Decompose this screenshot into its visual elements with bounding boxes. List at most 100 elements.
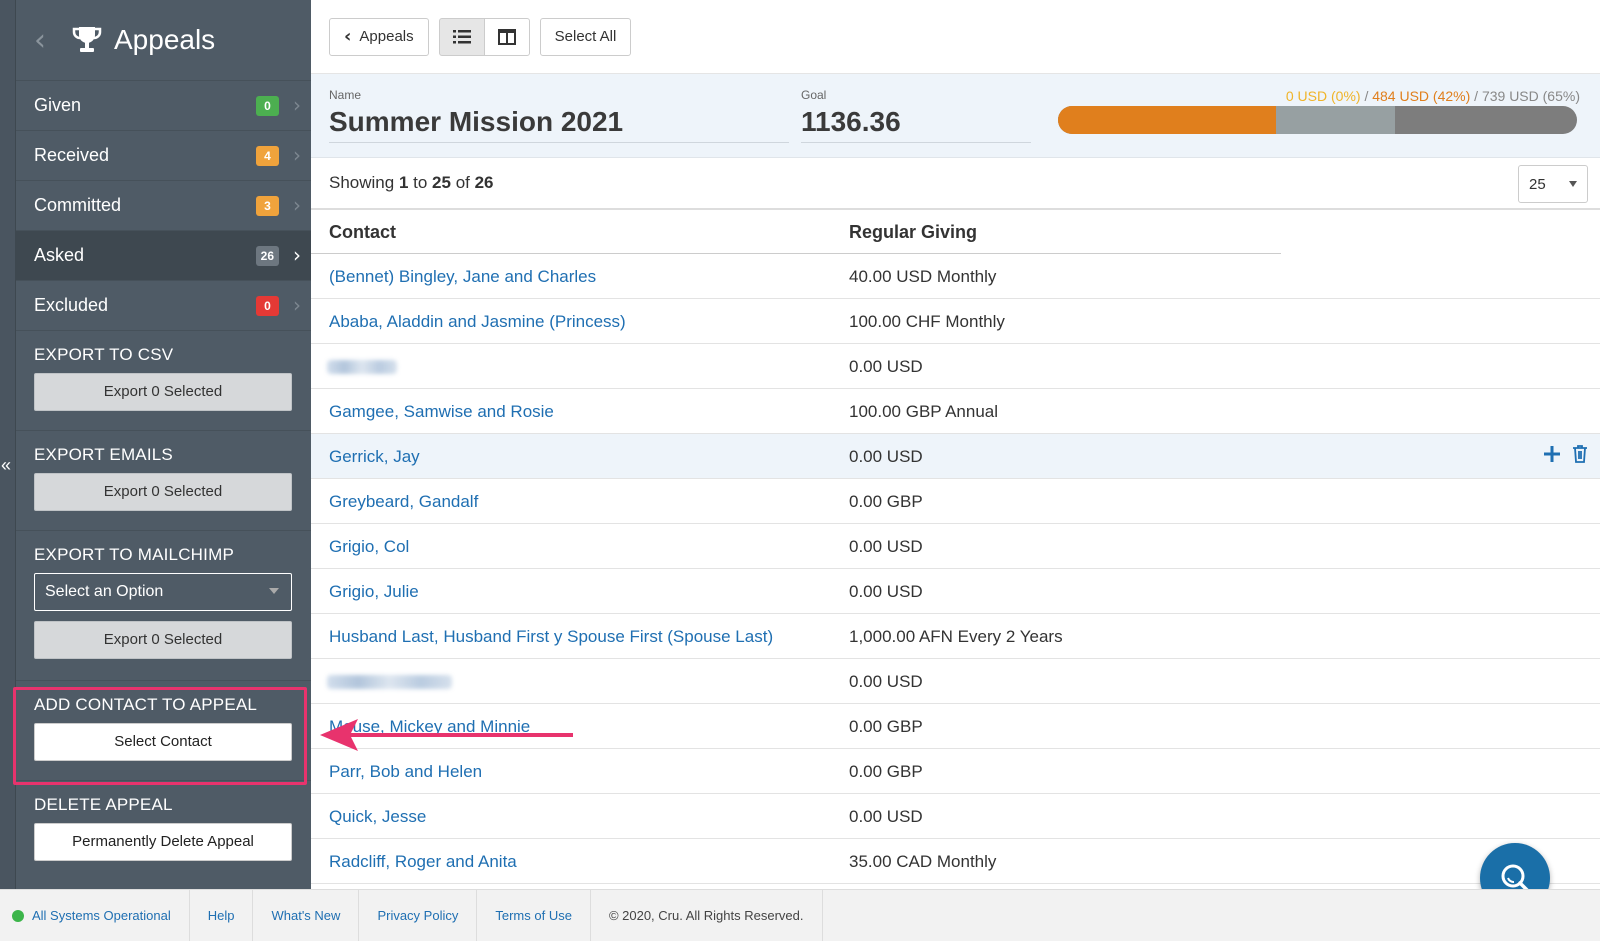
table-row[interactable]: Radcliff, Roger and Anita 35.00 CAD Month… <box>311 839 1600 884</box>
regular-giving: 0.00 GBP <box>849 717 923 736</box>
export-mailchimp-button[interactable]: Export 0 Selected <box>34 621 292 659</box>
given-amount: 0 USD (0%) <box>1285 88 1361 104</box>
toolbar: ‹ Appeals Select All <box>311 0 1600 74</box>
chevron-left-icon: ‹ <box>344 26 352 47</box>
export-csv-button[interactable]: Export 0 Selected <box>34 373 292 411</box>
table-row[interactable]: Gerrick, Jay 0.00 USD <box>311 434 1600 479</box>
row-actions <box>1542 444 1590 464</box>
to-text: to <box>408 173 433 192</box>
contact-link[interactable]: (Bennet) Bingley, Jane and Charles <box>329 267 596 287</box>
regular-giving: 35.00 CAD Monthly <box>849 852 997 871</box>
regular-giving: 1,000.00 AFN Every 2 Years <box>849 627 1063 646</box>
trash-icon[interactable] <box>1570 444 1590 464</box>
delete-appeal-button[interactable]: Permanently Delete Appeal <box>34 823 292 861</box>
footer: All Systems Operational Help What's New … <box>0 889 1600 941</box>
table-row[interactable]: Grigio, Col 0.00 USD <box>311 524 1600 569</box>
contact-link[interactable]: Parr, Bob and Helen <box>329 762 482 782</box>
regular-giving: 100.00 GBP Annual <box>849 402 999 421</box>
goal-label: Goal <box>801 88 827 102</box>
contact-link[interactable]: Quick, Jesse <box>329 807 426 827</box>
back-to-appeals-button[interactable]: ‹ Appeals <box>329 17 429 56</box>
contact-link[interactable]: Grigio, Col <box>329 537 409 557</box>
redacted-contact[interactable] <box>327 675 452 689</box>
count-badge: 0 <box>256 296 279 316</box>
separator: / <box>1470 88 1482 104</box>
main-content: ‹ Appeals Select All Name Summer Mission… <box>311 0 1600 908</box>
back-chevron-icon[interactable]: ‹ <box>34 23 70 58</box>
contact-link[interactable]: Greybeard, Gandalf <box>329 492 478 512</box>
chevron-right-icon: › <box>293 143 301 167</box>
contact-link[interactable]: Ababa, Aladdin and Jasmine (Princess) <box>329 312 626 332</box>
from-number: 1 <box>398 173 409 192</box>
column-view-button[interactable] <box>483 17 530 56</box>
list-view-button[interactable] <box>438 17 485 56</box>
sidebar-item-given[interactable]: Given 0 › <box>16 80 311 130</box>
table-row[interactable]: Ababa, Aladdin and Jasmine (Princess) 100… <box>311 299 1600 344</box>
status-link[interactable]: All Systems Operational <box>0 890 190 941</box>
name-label: Name <box>329 88 362 102</box>
sidebar-header: ‹ Appeals <box>16 0 311 80</box>
table-row[interactable]: Parr, Bob and Helen 0.00 GBP <box>311 749 1600 794</box>
showing-text: Showing <box>329 173 395 192</box>
contact-link[interactable]: Gamgee, Samwise and Rosie <box>329 402 554 422</box>
contact-link[interactable]: Grigio, Julie <box>329 582 419 602</box>
table-row[interactable]: Quick, Jesse 0.00 USD <box>311 794 1600 839</box>
contact-link[interactable]: Husband Last, Husband First y Spouse Fir… <box>329 627 773 647</box>
pagination-summary: Showing 1 to 25 of 26 25 <box>311 158 1600 210</box>
committed-amount: 739 USD (65%) <box>1481 88 1580 104</box>
contact-link[interactable]: Gerrick, Jay <box>329 447 420 467</box>
sidebar-item-excluded[interactable]: Excluded 0 › <box>16 280 311 330</box>
table-row[interactable]: Greybeard, Gandalf 0.00 GBP <box>311 479 1600 524</box>
privacy-policy-link[interactable]: Privacy Policy <box>359 890 478 941</box>
mailchimp-list-select[interactable]: Select an Option <box>34 573 292 611</box>
sidebar-item-asked[interactable]: Asked 26 › <box>16 230 311 280</box>
chevron-right-icon: › <box>293 93 301 117</box>
progress-bar <box>1058 106 1577 134</box>
table-row[interactable]: (Bennet) Bingley, Jane and Charles 40.00 … <box>311 254 1600 299</box>
export-emails-section: EXPORT EMAILS Export 0 Selected <box>16 430 311 530</box>
table-row[interactable]: Grigio, Julie 0.00 USD <box>311 569 1600 614</box>
regular-giving: 0.00 USD <box>849 537 923 556</box>
regular-giving: 100.00 CHF Monthly <box>849 312 1005 331</box>
regular-giving: 0.00 USD <box>849 672 923 691</box>
progress-received <box>1058 106 1276 134</box>
to-number: 25 <box>432 173 451 192</box>
regular-giving: 40.00 USD Monthly <box>849 267 997 286</box>
count-badge: 3 <box>256 196 279 216</box>
table-row[interactable]: 0.00 USD <box>311 659 1600 704</box>
highlight-box <box>13 687 307 785</box>
contact-link[interactable]: Radcliff, Roger and Anita <box>329 852 517 872</box>
export-emails-button[interactable]: Export 0 Selected <box>34 473 292 511</box>
trophy-icon <box>72 27 102 52</box>
terms-of-use-link[interactable]: Terms of Use <box>477 890 591 941</box>
status-text: All Systems Operational <box>32 908 171 923</box>
per-page-value: 25 <box>1529 175 1546 193</box>
count-badge: 4 <box>256 146 279 166</box>
sidebar-item-received[interactable]: Received 4 › <box>16 130 311 180</box>
table-row[interactable]: 0.00 USD <box>311 344 1600 389</box>
count-badge: 26 <box>255 246 279 266</box>
delete-appeal-section: DELETE APPEAL Permanently Delete Appeal <box>16 780 311 884</box>
per-page-select[interactable]: 25 <box>1518 165 1588 203</box>
column-header-giving[interactable]: Regular Giving <box>849 222 977 243</box>
table-row[interactable]: Gamgee, Samwise and Rosie 100.00 GBP Annu… <box>311 389 1600 434</box>
column-header-contact[interactable]: Contact <box>329 222 396 243</box>
appeal-summary: Name Summer Mission 2021 Goal 1136.36 0 … <box>311 74 1600 158</box>
select-value: Select an Option <box>45 583 164 600</box>
chevron-right-icon: › <box>293 193 301 217</box>
sidebar-item-committed[interactable]: Committed 3 › <box>16 180 311 230</box>
chevron-right-icon: › <box>293 243 301 267</box>
select-all-button[interactable]: Select All <box>539 17 632 56</box>
sidebar-item-label: Given <box>34 95 82 115</box>
redacted-contact[interactable] <box>327 360 397 374</box>
caret-down-icon <box>269 588 279 594</box>
plus-icon[interactable] <box>1542 444 1562 464</box>
back-label: Appeals <box>359 28 414 45</box>
view-toggle <box>438 17 530 56</box>
export-csv-section: EXPORT TO CSV Export 0 Selected <box>16 330 311 430</box>
of-text: of <box>450 173 475 192</box>
table-row[interactable]: Husband Last, Husband First y Spouse Fir… <box>311 614 1600 659</box>
double-chevron-left-icon[interactable]: « <box>1 456 11 474</box>
help-link[interactable]: Help <box>190 890 254 941</box>
whats-new-link[interactable]: What's New <box>253 890 360 941</box>
